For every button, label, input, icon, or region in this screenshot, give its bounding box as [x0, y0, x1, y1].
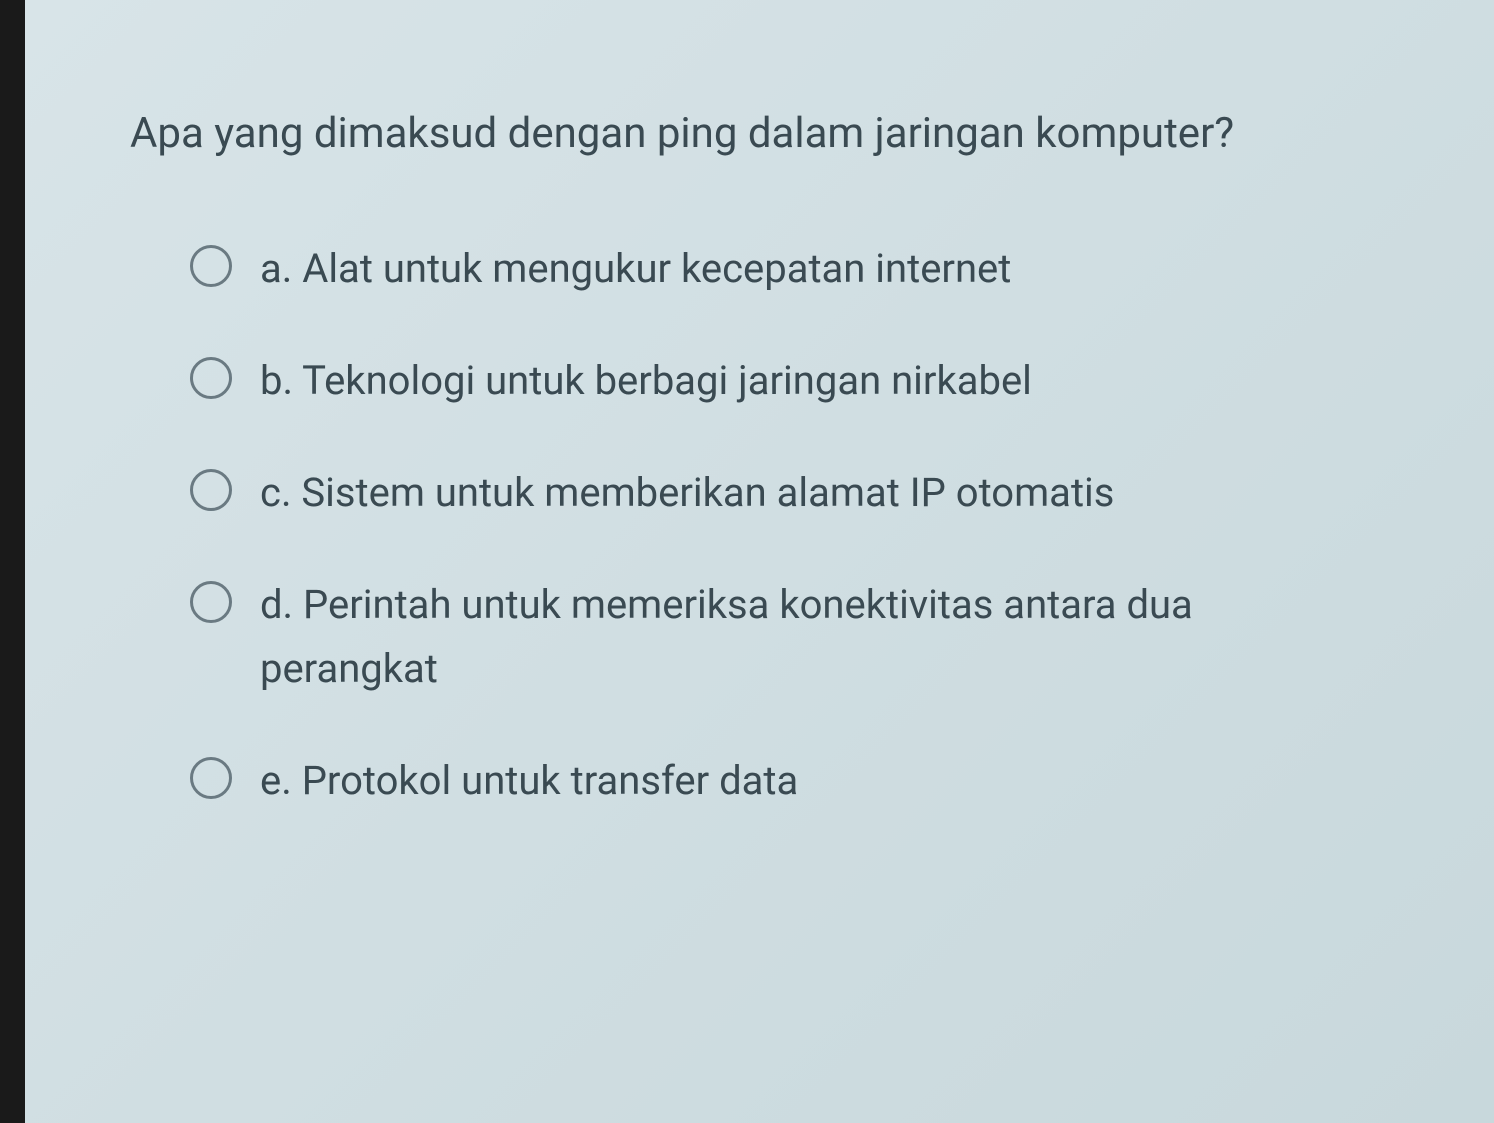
- option-label: Sistem untuk memberikan alamat IP otomat…: [301, 469, 1114, 516]
- option-label: Protokol untuk transfer data: [302, 757, 799, 804]
- radio-button-c[interactable]: [190, 469, 232, 511]
- option-e[interactable]: e. Protokol untuk transfer data: [190, 749, 1364, 813]
- dark-edge: [0, 0, 25, 1123]
- option-letter: a.: [260, 245, 292, 292]
- option-b[interactable]: b. Teknologi untuk berbagi jaringan nirk…: [190, 349, 1364, 413]
- option-letter: e.: [260, 757, 292, 804]
- radio-button-b[interactable]: [190, 357, 232, 399]
- option-a[interactable]: a. Alat untuk mengukur kecepatan interne…: [190, 237, 1364, 301]
- option-letter: c.: [260, 469, 291, 516]
- radio-button-a[interactable]: [190, 245, 232, 287]
- radio-button-d[interactable]: [190, 581, 232, 623]
- question-container: Apa yang dimaksud dengan ping dalam jari…: [80, 60, 1414, 901]
- options-list: a. Alat untuk mengukur kecepatan interne…: [130, 237, 1364, 813]
- option-text-e: e. Protokol untuk transfer data: [260, 749, 798, 813]
- option-d[interactable]: d. Perintah untuk memeriksa konektivitas…: [190, 573, 1364, 701]
- option-text-c: c. Sistem untuk memberikan alamat IP oto…: [260, 461, 1114, 525]
- option-label: Alat untuk mengukur kecepatan internet: [302, 245, 1011, 292]
- option-label: Teknologi untuk berbagi jaringan nirkabe…: [302, 357, 1032, 404]
- option-letter: d.: [260, 581, 293, 628]
- option-label: Perintah untuk memeriksa konektivitas an…: [260, 581, 1193, 692]
- radio-button-e[interactable]: [190, 757, 232, 799]
- option-text-b: b. Teknologi untuk berbagi jaringan nirk…: [260, 349, 1032, 413]
- option-text-d: d. Perintah untuk memeriksa konektivitas…: [260, 573, 1364, 701]
- option-text-a: a. Alat untuk mengukur kecepatan interne…: [260, 237, 1011, 301]
- option-letter: b.: [260, 357, 293, 404]
- option-c[interactable]: c. Sistem untuk memberikan alamat IP oto…: [190, 461, 1364, 525]
- question-text: Apa yang dimaksud dengan ping dalam jari…: [130, 100, 1364, 167]
